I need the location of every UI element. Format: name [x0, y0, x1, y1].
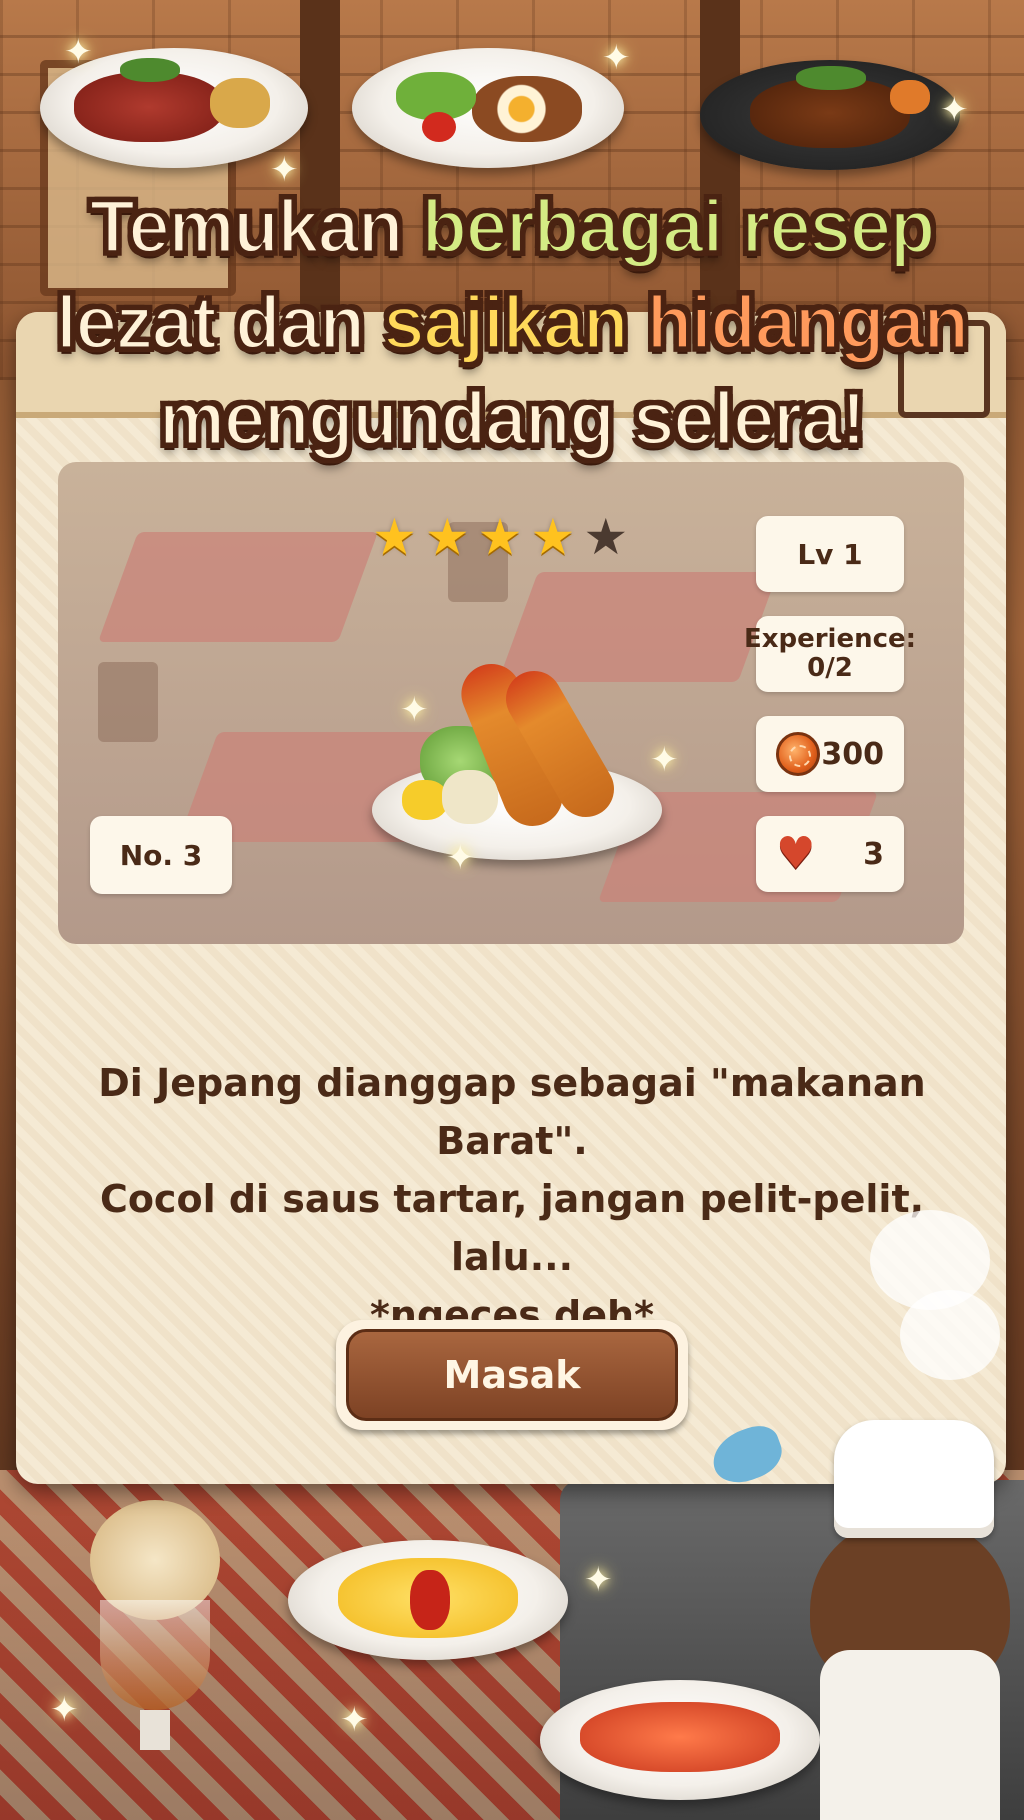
fried-shrimp-dish-image: [372, 654, 662, 860]
hamburg-steak-dish-image: [700, 60, 960, 170]
sparkle-icon: ✦: [64, 32, 93, 72]
sparkle-icon: ✦: [650, 740, 679, 780]
star-icon: ★: [477, 508, 523, 566]
star-empty-icon: ★: [583, 508, 629, 566]
chef-body: [820, 1650, 1000, 1820]
recipe-number-badge: No. 3: [90, 816, 232, 894]
appeal-badge: ♥ 3: [756, 816, 904, 892]
price-value: 300: [821, 736, 884, 772]
recipe-description: Di Jepang dianggap sebagai "makanan Bara…: [42, 1054, 982, 1344]
experience-value: 0/2: [807, 653, 853, 683]
headline-line-3: mengundang selera!: [0, 380, 1024, 457]
sparkle-icon: ✦: [602, 38, 631, 78]
level-badge: Lv 1: [756, 516, 904, 592]
coin-icon: [776, 732, 820, 776]
sparkle-icon: ✦: [340, 1700, 369, 1740]
promo-headline: Temukan berbagai resep lezat dan sajikan…: [0, 188, 1024, 478]
headline-text: mengundang selera!: [158, 377, 868, 460]
sparkle-icon: ✦: [400, 690, 429, 730]
level-text: Lv 1: [797, 537, 863, 571]
sparkle-icon: ✦: [584, 1560, 613, 1600]
experience-badge: Experience: 0/2: [744, 616, 916, 692]
experience-label: Experience:: [743, 624, 917, 655]
headline-line-2: lezat dan sajikan hidangan: [0, 284, 1024, 361]
scotch-egg-dish-image: [352, 48, 624, 168]
shrimp-dish-image: [540, 1680, 820, 1800]
recipe-number: No. 3: [119, 838, 203, 872]
headline-highlight: berbagai resep: [420, 185, 936, 268]
star-icon: ★: [424, 508, 470, 566]
star-icon: ★: [530, 508, 576, 566]
heart-icon: ♥: [776, 828, 816, 879]
cook-button[interactable]: Masak: [336, 1320, 688, 1430]
steam-cloud: [900, 1290, 1000, 1380]
price-badge: 300: [756, 716, 904, 792]
cook-button-face[interactable]: Masak: [346, 1329, 678, 1421]
sparkle-icon: ✦: [446, 838, 475, 878]
chef-hat: [834, 1420, 994, 1538]
headline-highlight: hidangan: [645, 281, 970, 364]
sparkle-icon: ✦: [270, 150, 299, 190]
parfait-image: [70, 1480, 240, 1760]
headline-text: Temukan: [88, 185, 422, 268]
star-icon: ★: [372, 508, 417, 566]
sparkle-icon: ✦: [940, 90, 969, 130]
appeal-value: 3: [863, 836, 884, 872]
description-line: Cocol di saus tartar, jangan pelit-pelit…: [99, 1177, 925, 1279]
description-line: Di Jepang dianggap sebagai "makanan Bara…: [98, 1061, 926, 1163]
cook-button-label: Masak: [443, 1353, 581, 1397]
recipe-card: Di Jepang dianggap sebagai "makanan Bara…: [16, 312, 1006, 1484]
omurice-dish-image: [288, 1540, 568, 1660]
headline-line-1: Temukan berbagai resep: [0, 188, 1024, 265]
headline-highlight: sajikan: [382, 281, 647, 364]
headline-text: lezat dan: [55, 281, 384, 364]
recipe-rating: ★ ★ ★ ★ ★: [372, 512, 628, 562]
